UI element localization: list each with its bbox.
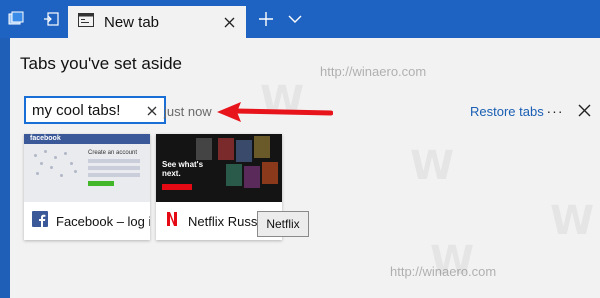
new-tab-page-icon (78, 12, 94, 32)
close-icon (147, 106, 157, 116)
tab-title: New tab (104, 13, 160, 31)
new-tab-button[interactable] (252, 0, 280, 38)
watermark-glyph: W (550, 198, 595, 244)
page-thumbnail: facebook Create an account (24, 134, 150, 202)
page-thumbnail: See what's next. (156, 134, 282, 202)
thumbnail-headline: See what's next. (162, 160, 204, 178)
panel-title: Tabs you've set aside (20, 54, 183, 73)
tab-preview-toggle[interactable] (282, 0, 308, 38)
more-icon: ··· (546, 103, 564, 119)
tabs-aside-panel: W W W W http://winaero.com http://winaer… (10, 38, 600, 298)
remove-group-button[interactable] (574, 100, 594, 120)
close-icon (578, 104, 590, 116)
chevron-down-icon (288, 15, 302, 23)
watermark-glyph: W (410, 143, 455, 189)
tab-new-tab[interactable]: New tab (68, 6, 246, 38)
tooltip: Netflix (257, 211, 309, 237)
thumbnail-brand-text: facebook (30, 135, 61, 142)
show-aside-tabs-button[interactable] (36, 0, 66, 38)
set-aside-tabs-button[interactable] (0, 0, 32, 38)
tab-strip: New tab (0, 0, 600, 38)
clear-name-button[interactable] (144, 103, 160, 119)
netflix-icon (164, 211, 180, 232)
group-time-label: just now (164, 104, 212, 119)
facebook-icon (32, 210, 48, 232)
watermark-text: http://winaero.com (320, 64, 427, 79)
red-arrow-icon (217, 102, 333, 122)
close-tab-button[interactable] (220, 13, 238, 31)
tabs-restore-icon (44, 12, 59, 26)
watermark-text: http://winaero.com (390, 264, 497, 279)
more-options-button[interactable]: ··· (544, 102, 566, 120)
restore-tabs-link[interactable]: Restore tabs (470, 104, 544, 119)
group-name-field[interactable] (24, 96, 166, 124)
close-icon (224, 17, 234, 27)
group-name-input[interactable] (32, 101, 140, 119)
tabs-set-aside-icon (8, 11, 24, 25)
card-title: Facebook – log in (56, 213, 150, 229)
thumbnail-heading: Create an account (88, 150, 138, 156)
plus-icon (259, 12, 273, 26)
aside-tab-card[interactable]: facebook Create an account Facebook – lo… (24, 134, 150, 240)
card-title: Netflix Russia (188, 213, 268, 229)
